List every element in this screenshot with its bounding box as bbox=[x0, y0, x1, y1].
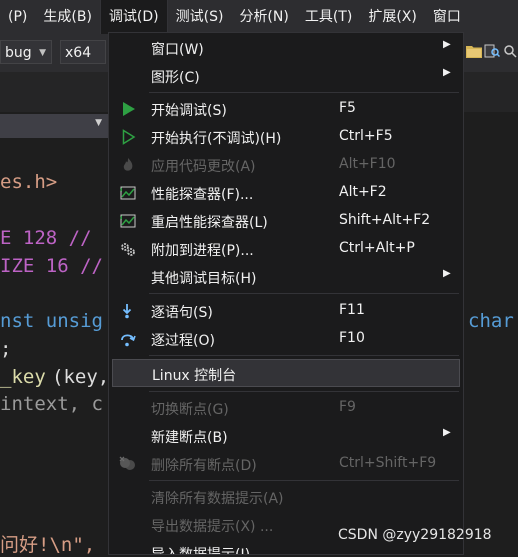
menu-item-toggle-breakpoint[interactable]: 切换断点(G) F9 bbox=[109, 394, 463, 422]
menu-item-label: 逐过程(O) bbox=[151, 333, 215, 349]
delete-breakpoints-icon bbox=[119, 456, 135, 470]
menu-item-shortcut: Ctrl+F5 bbox=[339, 128, 393, 144]
chevron-down-icon: ▼ bbox=[39, 48, 46, 58]
menu-item-shortcut: Shift+Alt+F2 bbox=[339, 212, 431, 228]
menu-item-shortcut: F10 bbox=[339, 330, 365, 346]
menu-item-label: 切换断点(G) bbox=[151, 402, 229, 418]
menu-item-delete-all-breakpoints[interactable]: 删除所有断点(D) Ctrl+Shift+F9 bbox=[109, 450, 463, 478]
configuration-value: bug bbox=[5, 45, 32, 61]
menu-item-label: 应用代码更改(A) bbox=[151, 159, 256, 175]
code-keyword-char: char bbox=[468, 310, 514, 332]
code-line-semicolon: ; bbox=[0, 338, 12, 360]
menu-item-relaunch-profiler[interactable]: 重启性能探查器(L) Shift+Alt+F2 bbox=[109, 207, 463, 235]
menu-item-apply-code-changes[interactable]: 应用代码更改(A) Alt+F10 bbox=[109, 151, 463, 179]
flame-icon bbox=[123, 158, 133, 171]
menu-bar: (P) 生成(B) 调试(D) 测试(S) 分析(N) 工具(T) 扩展(X) … bbox=[0, 0, 518, 34]
step-into-icon bbox=[122, 304, 132, 319]
menu-project[interactable]: (P) bbox=[0, 0, 35, 34]
code-line-const: nst unsig bbox=[0, 310, 103, 332]
menu-extensions[interactable]: 扩展(X) bbox=[360, 0, 425, 34]
menu-item-label: 窗口(W) bbox=[151, 42, 204, 58]
menu-item-other-debug-targets[interactable]: 其他调试目标(H) ▶ bbox=[109, 263, 463, 291]
menu-item-shortcut: F5 bbox=[339, 100, 356, 116]
menu-item-label: 图形(C) bbox=[151, 70, 200, 86]
menu-item-label: 开始调试(S) bbox=[151, 103, 227, 119]
menu-item-linux-console[interactable]: Linux 控制台 bbox=[112, 359, 460, 387]
menu-separator bbox=[149, 293, 459, 294]
menu-item-label: 重启性能探查器(L) bbox=[151, 215, 268, 231]
menu-item-performance-profiler[interactable]: 性能探查器(F)... Alt+F2 bbox=[109, 179, 463, 207]
performance-chart-icon bbox=[120, 214, 136, 228]
menu-item-label: Linux 控制台 bbox=[152, 368, 237, 384]
menu-item-label: 删除所有断点(D) bbox=[151, 458, 257, 474]
navigation-dropdown[interactable]: ▼ bbox=[0, 114, 108, 138]
menu-item-label: 开始执行(不调试)(H) bbox=[151, 131, 282, 147]
performance-chart-icon bbox=[120, 186, 136, 200]
debug-menu: 窗口(W) ▶ 图形(C) ▶ 开始调试(S) F5 开始执行(不调试)(H) … bbox=[108, 32, 464, 555]
menu-build[interactable]: 生成(B) bbox=[35, 0, 100, 34]
menu-analyze[interactable]: 分析(N) bbox=[231, 0, 296, 34]
menu-item-shortcut: Ctrl+Alt+P bbox=[339, 240, 415, 256]
submenu-arrow-icon: ▶ bbox=[443, 67, 451, 78]
play-outline-icon bbox=[122, 129, 136, 145]
gears-icon bbox=[121, 243, 135, 256]
menu-item-shortcut: Alt+F10 bbox=[339, 156, 396, 172]
code-line-plaintext: intext, c bbox=[0, 393, 103, 415]
menu-item-label: 附加到进程(P)... bbox=[151, 243, 254, 259]
menu-item-label: 新建断点(B) bbox=[151, 430, 228, 446]
code-line-key-fn: _key bbox=[0, 366, 46, 388]
menu-item-new-breakpoint[interactable]: 新建断点(B) ▶ bbox=[109, 422, 463, 450]
menu-test[interactable]: 测试(S) bbox=[168, 0, 232, 34]
menu-item-graphics[interactable]: 图形(C) ▶ bbox=[109, 62, 463, 90]
configuration-dropdown[interactable]: bug ▼ bbox=[0, 40, 52, 64]
submenu-arrow-icon: ▶ bbox=[443, 427, 451, 438]
menu-item-window[interactable]: 窗口(W) ▶ bbox=[109, 34, 463, 62]
menu-item-label: 导入数据提示(I)... bbox=[151, 547, 264, 555]
submenu-arrow-icon: ▶ bbox=[443, 39, 451, 50]
submenu-arrow-icon: ▶ bbox=[443, 268, 451, 279]
menu-item-label: 清除所有数据提示(A) bbox=[151, 491, 284, 507]
menu-item-attach-to-process[interactable]: 附加到进程(P)... Ctrl+Alt+P bbox=[109, 235, 463, 263]
code-line-string: 问好!\n", bbox=[0, 534, 96, 556]
menu-debug[interactable]: 调试(D) bbox=[99, 0, 168, 34]
menu-item-label: 其他调试目标(H) bbox=[151, 271, 257, 287]
menu-item-shortcut: F11 bbox=[339, 302, 365, 318]
menu-item-start-debugging[interactable]: 开始调试(S) F5 bbox=[109, 95, 463, 123]
menu-item-shortcut: Ctrl+Shift+F9 bbox=[339, 455, 437, 471]
menu-item-step-over[interactable]: 逐过程(O) F10 bbox=[109, 325, 463, 353]
menu-tools[interactable]: 工具(T) bbox=[297, 0, 360, 34]
watermark: CSDN @zyy29182918 bbox=[338, 527, 492, 543]
code-line-include: es.h> bbox=[0, 171, 58, 193]
search-icon[interactable] bbox=[502, 44, 518, 58]
menu-separator bbox=[149, 391, 459, 392]
menu-item-step-into[interactable]: 逐语句(S) F11 bbox=[109, 297, 463, 325]
menu-separator bbox=[149, 480, 459, 481]
menu-item-label: 导出数据提示(X) ... bbox=[151, 519, 274, 535]
step-over-icon bbox=[121, 334, 136, 347]
menu-separator bbox=[149, 355, 459, 356]
platform-value: x64 bbox=[65, 45, 92, 61]
menu-item-clear-all-datatips[interactable]: 清除所有数据提示(A) bbox=[109, 483, 463, 511]
menu-item-start-without-debugging[interactable]: 开始执行(不调试)(H) Ctrl+F5 bbox=[109, 123, 463, 151]
menu-separator bbox=[149, 92, 459, 93]
code-line-define-1: E 128 // bbox=[0, 227, 92, 249]
chevron-down-icon: ▼ bbox=[95, 118, 102, 128]
menu-item-label: 逐语句(S) bbox=[151, 305, 213, 321]
menu-window[interactable]: 窗口 bbox=[425, 0, 469, 34]
code-line-define-2: IZE 16 // bbox=[0, 255, 103, 277]
play-filled-icon bbox=[123, 102, 135, 116]
code-line-key-args: (key, bbox=[52, 366, 110, 388]
find-file-icon[interactable] bbox=[484, 44, 500, 58]
menu-item-shortcut: F9 bbox=[339, 399, 356, 415]
menu-item-label: 性能探查器(F)... bbox=[151, 187, 254, 203]
folder-icon[interactable] bbox=[466, 44, 482, 58]
menu-item-shortcut: Alt+F2 bbox=[339, 184, 387, 200]
platform-dropdown[interactable]: x64 bbox=[60, 40, 106, 64]
